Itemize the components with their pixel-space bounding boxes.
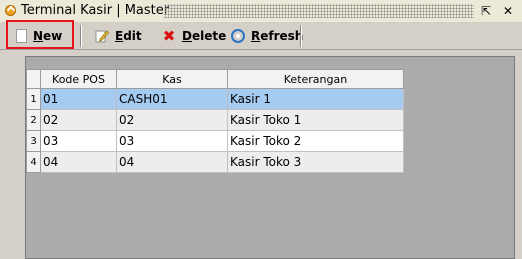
delete-x-icon: ✖ <box>162 27 176 45</box>
table-row[interactable]: 2 02 02 Kasir Toko 1 <box>26 109 404 131</box>
edit-button-label: Edit <box>115 29 142 43</box>
refresh-button-label: Refresh <box>251 29 304 43</box>
refresh-icon <box>231 29 245 43</box>
cell-kode-pos[interactable]: 02 <box>40 109 117 131</box>
cell-kode-pos[interactable]: 03 <box>40 130 117 152</box>
delete-button[interactable]: ✖ Delete <box>162 25 227 47</box>
table-header-row: Kode POS Kas Keterangan <box>26 69 404 89</box>
cell-kas[interactable]: 04 <box>116 151 228 173</box>
cell-keterangan[interactable]: Kasir Toko 3 <box>227 151 404 173</box>
toolbar: New Edit ✖ Delete Refresh <box>0 22 522 50</box>
title-bar-grip <box>164 4 474 18</box>
cell-kode-pos[interactable]: 04 <box>40 151 117 173</box>
cell-kas[interactable]: 02 <box>116 109 228 131</box>
app-icon <box>5 5 16 16</box>
cell-kas[interactable]: 03 <box>116 130 228 152</box>
edit-button[interactable]: Edit <box>95 25 142 47</box>
data-grid: Kode POS Kas Keterangan 1 01 CASH01 Kasi… <box>25 56 515 259</box>
cell-keterangan[interactable]: Kasir Toko 1 <box>227 109 404 131</box>
refresh-button[interactable]: Refresh <box>231 25 303 47</box>
cell-keterangan[interactable]: Kasir Toko 2 <box>227 130 404 152</box>
new-button-label: New <box>33 29 63 43</box>
cell-kas[interactable]: CASH01 <box>116 88 228 110</box>
row-number[interactable]: 1 <box>26 88 41 110</box>
window-title: Terminal Kasir | Master <box>21 3 170 18</box>
edit-pencil-icon <box>95 29 109 43</box>
column-header-keterangan[interactable]: Keterangan <box>227 69 404 89</box>
window-title-bar: Terminal Kasir | Master ⇱ ✕ <box>0 0 522 22</box>
delete-button-label: Delete <box>182 29 227 43</box>
cell-keterangan[interactable]: Kasir 1 <box>227 88 404 110</box>
table-row[interactable]: 3 03 03 Kasir Toko 2 <box>26 130 404 152</box>
pos-table: Kode POS Kas Keterangan 1 01 CASH01 Kasi… <box>26 69 404 173</box>
restore-icon[interactable]: ⇱ <box>478 3 494 19</box>
row-number[interactable]: 2 <box>26 109 41 131</box>
toolbar-separator <box>80 25 82 47</box>
row-number[interactable]: 4 <box>26 151 41 173</box>
column-header-kas[interactable]: Kas <box>116 69 228 89</box>
row-header-corner <box>26 69 41 89</box>
main-panel: Kode POS Kas Keterangan 1 01 CASH01 Kasi… <box>0 50 522 259</box>
new-button[interactable]: New <box>16 25 62 47</box>
row-number[interactable]: 3 <box>26 130 41 152</box>
cell-kode-pos[interactable]: 01 <box>40 88 117 110</box>
new-document-icon <box>16 29 27 43</box>
table-row[interactable]: 1 01 CASH01 Kasir 1 <box>26 88 404 110</box>
table-row[interactable]: 4 04 04 Kasir Toko 3 <box>26 151 404 173</box>
toolbar-separator <box>300 25 302 47</box>
close-icon[interactable]: ✕ <box>500 3 516 19</box>
column-header-kode-pos[interactable]: Kode POS <box>40 69 117 89</box>
